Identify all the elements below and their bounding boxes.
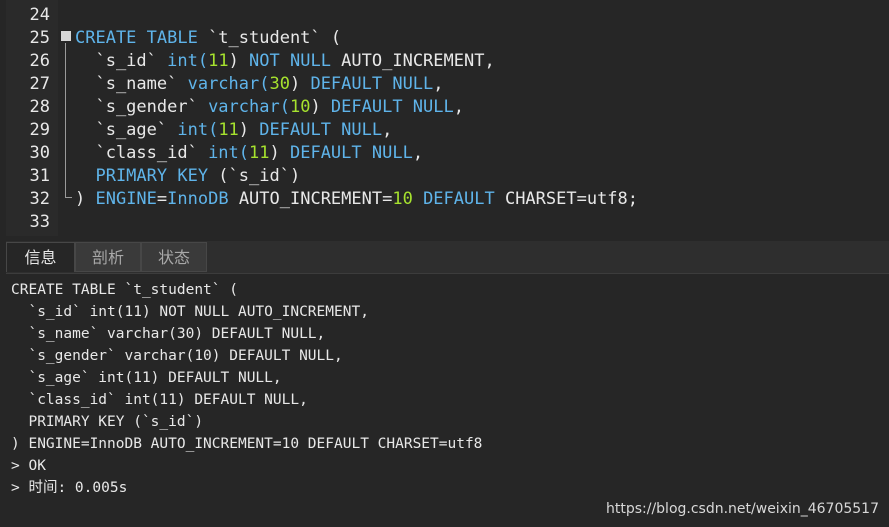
line-number: 24 [29, 5, 50, 25]
code-line: `class_id` int(11) DEFAULT NULL, [75, 142, 423, 165]
code-token: 11 [249, 143, 270, 163]
line-number: 27 [29, 74, 50, 94]
code-token: NOT NULL [249, 51, 342, 71]
code-token: int( [167, 51, 209, 71]
code-line: PRIMARY KEY (`s_id`) [75, 165, 300, 188]
fold-guide-line [65, 43, 66, 198]
code-token: ) [269, 143, 290, 163]
code-token: (`s_id`) [218, 166, 301, 186]
code-token: ) [289, 74, 311, 94]
output-line: `s_id` int(11) NOT NULL AUTO_INCREMENT, [11, 304, 369, 320]
code-token: 10 [392, 189, 424, 209]
code-token: ) [310, 97, 331, 117]
code-token: DEFAULT [423, 189, 505, 209]
code-token: , [453, 97, 464, 117]
output-line: PRIMARY KEY (`s_id`) [11, 414, 204, 430]
code-token: 10 [289, 97, 311, 117]
code-token: varchar( [208, 97, 290, 117]
code-token: = [156, 189, 168, 209]
tab-profile[interactable]: 剖析 [75, 242, 141, 272]
output-line: `class_id` int(11) DEFAULT NULL, [11, 392, 308, 408]
code-token: DEFAULT NULL [259, 120, 383, 140]
output-line: > OK [11, 458, 46, 474]
code-line: CREATE TABLE `t_student` ( [75, 27, 341, 50]
tab-info[interactable]: 信息 [6, 242, 75, 272]
code-token: `t_student` ( [208, 28, 342, 48]
code-token: InnoDB [167, 189, 239, 209]
code-token: , [433, 74, 444, 94]
line-number: 25 [29, 28, 50, 48]
line-number: 31 [29, 166, 50, 186]
code-token: `s_age` [75, 120, 178, 140]
code-token: , [382, 120, 393, 140]
line-number: 33 [29, 212, 50, 232]
code-line: `s_gender` varchar(10) DEFAULT NULL, [75, 96, 464, 119]
code-token: varchar( [187, 74, 270, 94]
sql-editor[interactable]: 24 25 CREATE TABLE `t_student` ( 26 `s_id` … [0, 0, 889, 236]
message-output: CREATE TABLE `t_student` ( `s_id` int(11… [6, 274, 889, 527]
output-line: `s_name` varchar(30) DEFAULT NULL, [11, 326, 326, 342]
code-token: DEFAULT NULL [289, 143, 413, 163]
watermark: https://blog.csdn.net/weixin_46705517 [605, 501, 879, 517]
code-token: ENGINE [95, 189, 157, 209]
code-token: `class_id` [75, 143, 209, 163]
output-line: `s_age` int(11) DEFAULT NULL, [11, 370, 282, 386]
fold-collapse-icon[interactable] [61, 31, 71, 41]
code-token: , [412, 143, 424, 163]
code-token: 11 [208, 51, 229, 71]
code-token: ) [238, 120, 260, 140]
code-token: `s_id` [75, 51, 168, 71]
code-token: CREATE TABLE [75, 28, 209, 48]
line-number: 29 [29, 120, 50, 140]
code-token: int( [177, 120, 219, 140]
code-token: AUTO_INCREMENT= [238, 189, 393, 209]
output-line: > 时间: 0.005s [11, 480, 128, 496]
tab-status[interactable]: 状态 [141, 242, 207, 272]
line-number: 26 [29, 51, 50, 71]
code-token: AUTO_INCREMENT, [341, 51, 495, 71]
code-token: 11 [218, 120, 239, 140]
output-line: ) ENGINE=InnoDB AUTO_INCREMENT=10 DEFAUL… [11, 436, 483, 452]
output-line: CREATE TABLE `t_student` ( [11, 282, 238, 298]
code-line: `s_age` int(11) DEFAULT NULL, [75, 119, 392, 142]
line-number: 28 [29, 97, 50, 117]
code-token: `s_gender` [75, 97, 209, 117]
fold-guide-end [65, 197, 72, 198]
code-token: int( [208, 143, 250, 163]
code-token: PRIMARY KEY [75, 166, 219, 186]
code-token: 30 [269, 74, 290, 94]
code-token: DEFAULT NULL [330, 97, 454, 117]
code-token: CHARSET=utf8; [504, 189, 639, 209]
code-token: DEFAULT NULL [310, 74, 434, 94]
line-number: 32 [29, 189, 50, 209]
code-line: ) ENGINE=InnoDB AUTO_INCREMENT=10 DEFAUL… [75, 188, 638, 211]
code-token: `s_name` [75, 74, 188, 94]
output-line: `s_gender` varchar(10) DEFAULT NULL, [11, 348, 343, 364]
result-tabs: 信息 剖析 状态 [6, 241, 889, 274]
code-token: ) [228, 51, 250, 71]
code-line: `s_name` varchar(30) DEFAULT NULL, [75, 73, 444, 96]
line-number: 30 [29, 143, 50, 163]
code-line: `s_id` int(11) NOT NULL AUTO_INCREMENT, [75, 50, 495, 73]
code-token: ) [75, 189, 96, 209]
